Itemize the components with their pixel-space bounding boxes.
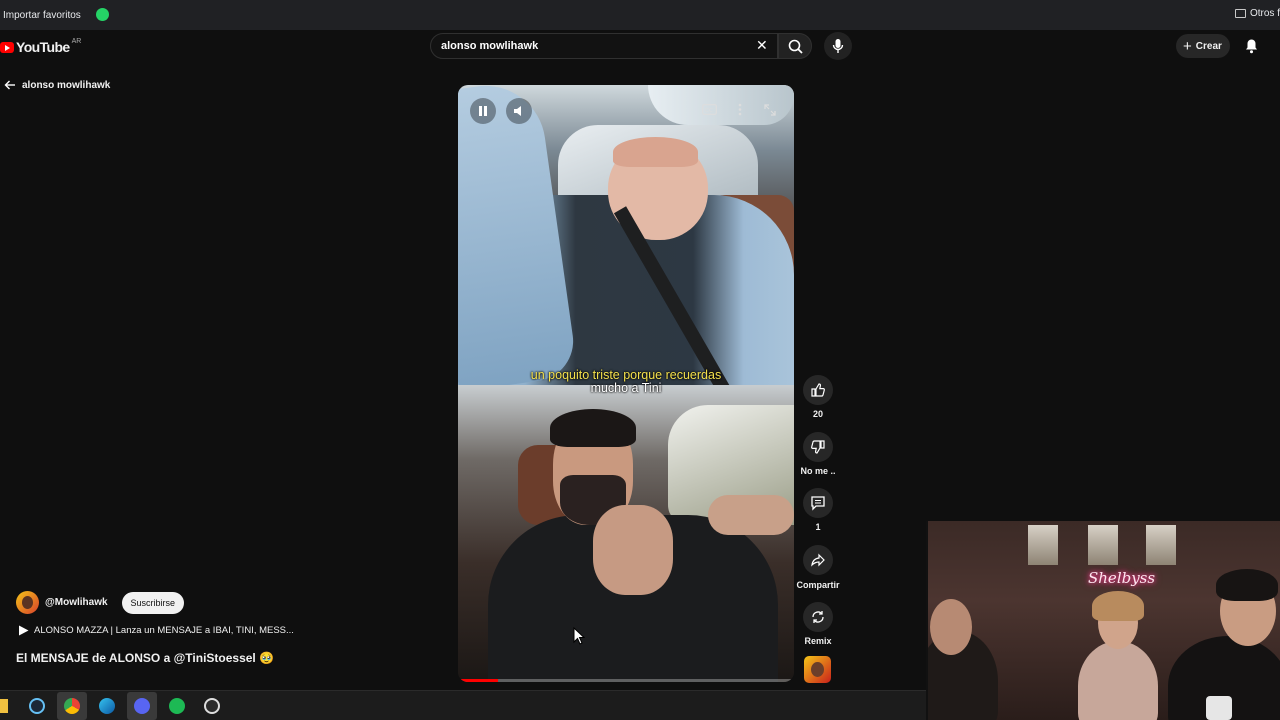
file-explorer-icon[interactable] [0,698,8,713]
more-vertical-icon [738,103,742,116]
notifications-button[interactable] [1244,38,1259,59]
taskbar-steam[interactable] [22,692,52,720]
bookmark-import-label: Importar favoritos [3,9,81,21]
youtube-header: YouTube AR alonso mowlihawk ✕ + Crear [0,30,1280,62]
taskbar-discord[interactable] [127,691,157,720]
caption-line-2: mucho a Tini [590,381,662,395]
captions-button[interactable]: CC [702,104,717,115]
bookmark-other-folder[interactable]: Otros f [1234,8,1280,19]
related-video-label: ALONSO MAZZA | Lanza un MENSAJE a IBAI, … [34,625,294,636]
bookmarks-bar: Importar favoritos Otros f [0,0,1280,30]
comments-count: 1 [815,522,821,532]
volume-icon [514,106,521,116]
fullscreen-button[interactable] [764,104,776,116]
subscribe-button[interactable]: Suscribirse [121,591,185,614]
comment-icon [811,496,825,511]
taskbar-edge[interactable] [92,692,122,720]
thumbs-up-icon [811,383,825,397]
pause-icon [479,106,487,116]
play-icon [19,625,29,636]
share-icon [811,553,825,567]
edge-icon [99,697,115,714]
obs-icon [204,697,220,714]
search-query: alonso mowlihawk [441,40,539,52]
channel-row: @Mowlihawk Suscribirse [16,591,185,614]
spotify-icon [169,697,185,714]
pause-button[interactable] [470,98,496,124]
related-video-link[interactable]: ALONSO MAZZA | Lanza un MENSAJE a IBAI, … [18,625,294,636]
voice-search-button[interactable] [824,32,852,60]
remix-icon [812,611,824,623]
like-count: 20 [812,409,823,419]
video-captions: un poquito triste porque recuerdas mucho… [458,369,794,395]
remix-button[interactable] [803,602,833,632]
comments-button[interactable] [803,488,833,518]
folder-icon [1234,9,1246,18]
video-frame-top [458,85,794,404]
captions-icon: CC [702,104,717,115]
chrome-icon [64,697,80,714]
channel-handle[interactable]: @Mowlihawk [45,597,108,608]
short-video-player[interactable]: un poquito triste porque recuerdas mucho… [458,85,794,682]
whatsapp-icon[interactable] [96,8,109,21]
bell-icon [1246,39,1257,54]
remix-label: Remix [804,636,832,646]
discord-icon [134,697,150,714]
search-input[interactable]: alonso mowlihawk [430,33,778,59]
short-title: El MENSAJE de ALONSO a @TiniStoessel 🥹 [16,651,275,665]
share-label: Compartir [796,580,840,590]
video-progress-bar[interactable] [458,679,794,682]
taskbar-spotify[interactable] [162,692,192,720]
taskbar-chrome[interactable] [57,691,87,720]
video-frame-bottom [458,385,794,682]
more-options-button[interactable] [738,103,742,116]
share-button[interactable] [803,545,833,575]
taskbar-obs[interactable] [197,692,227,720]
svg-text:CC: CC [705,108,713,114]
search-icon [788,39,803,54]
volume-button[interactable] [506,98,532,124]
search-button[interactable] [778,33,812,59]
youtube-wordmark: YouTube [16,39,70,55]
bookmark-import-favorites[interactable]: Importar favoritos [0,10,84,21]
youtube-play-icon [0,41,14,53]
youtube-logo[interactable]: YouTube AR [0,37,82,55]
dislike-label: No me .. [800,466,836,476]
dislike-button[interactable] [803,432,833,462]
like-button[interactable] [803,375,833,405]
thumbs-down-icon [811,440,825,454]
region-code: AR [71,37,82,45]
video-progress-fill [458,679,499,682]
neon-sign: Shelbyss [1088,569,1156,587]
arrow-left-icon [4,80,15,90]
microphone-icon [832,39,844,53]
steam-icon [29,697,45,714]
back-to-search[interactable]: alonso mowlihawk [4,79,110,91]
back-label: alonso mowlihawk [22,79,111,91]
streamer-webcam: Shelbyss [926,521,1280,720]
channel-avatar[interactable] [16,591,39,614]
bookmark-other-label: Otros f [1249,8,1280,19]
create-label: Crear [1195,40,1222,52]
expand-icon [764,104,776,116]
plus-icon: + [1183,37,1192,55]
sound-avatar[interactable] [804,656,831,683]
os-taskbar [0,690,926,720]
create-button[interactable]: + Crear [1176,34,1230,58]
clear-search-icon[interactable]: ✕ [756,38,768,52]
mouse-cursor-icon [573,627,585,645]
